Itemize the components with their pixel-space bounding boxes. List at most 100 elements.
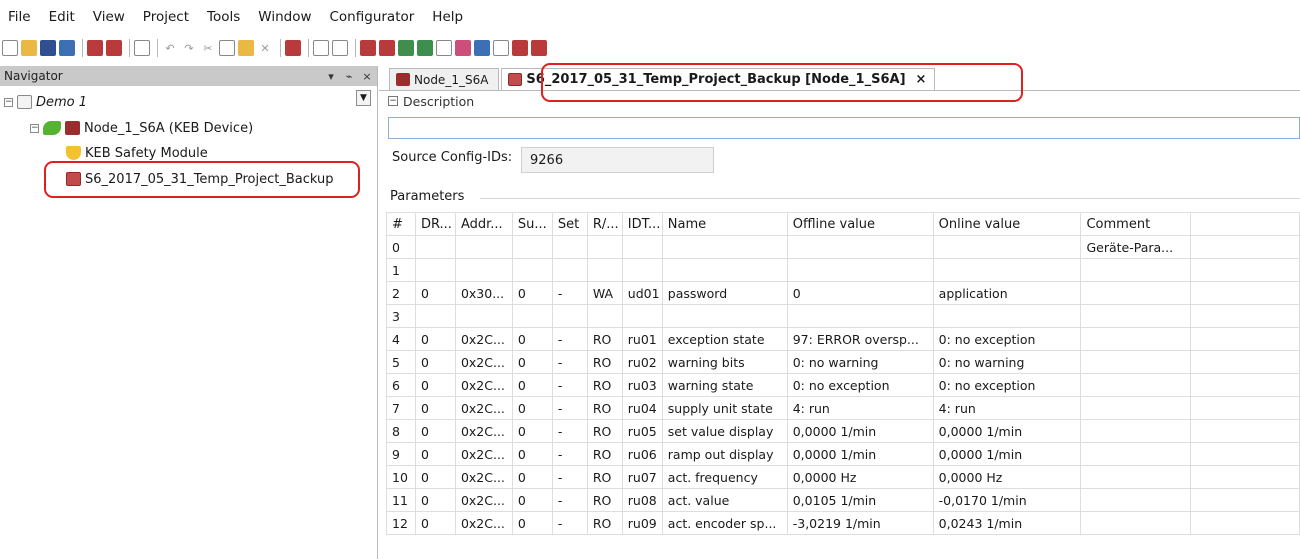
table-cell[interactable]: ru01	[621, 327, 663, 351]
table-cell[interactable]: -	[551, 488, 588, 512]
table-cell[interactable]: ru06	[621, 442, 663, 466]
table-cell[interactable]: RO	[586, 511, 623, 535]
table-row[interactable]: 10 0 0x2C... 0- RO ru07 act. frequency 0,0000 H…	[386, 465, 1300, 489]
paste-icon[interactable]	[238, 40, 254, 56]
table-cell[interactable]	[551, 258, 588, 282]
table-cell[interactable]: supply unit state	[661, 396, 788, 420]
table-cell[interactable]: -	[551, 442, 588, 466]
table-cell[interactable]: 0x2C...	[454, 373, 513, 397]
table-cell[interactable]: -	[551, 465, 588, 489]
description-field[interactable]	[388, 117, 1300, 139]
table-cell[interactable]: 0: no warning	[786, 350, 934, 374]
table-cell[interactable]: 0	[511, 281, 553, 305]
table-cell[interactable]: 0	[414, 281, 456, 305]
column-header[interactable]: Offline value	[786, 212, 934, 236]
tab-node[interactable]: Node_1_S6A	[389, 68, 500, 90]
compare-icon[interactable]	[436, 40, 452, 56]
table-cell[interactable]: -0,0170 1/min	[932, 488, 1082, 512]
table-cell[interactable]: WA	[586, 281, 623, 305]
table-cell[interactable]: 9	[386, 442, 416, 466]
delete-icon[interactable]: ✕	[257, 40, 273, 56]
keb-tool-icon[interactable]	[531, 40, 547, 56]
save-all-icon[interactable]	[59, 40, 75, 56]
table-cell[interactable]	[1080, 396, 1192, 420]
table-cell[interactable]: 0x2C...	[454, 419, 513, 443]
table-cell[interactable]	[1080, 465, 1192, 489]
table-cell[interactable]: 0,0000 Hz	[786, 465, 934, 489]
wrench-icon[interactable]	[455, 40, 471, 56]
table-cell[interactable]: 0x2C...	[454, 465, 513, 489]
table-cell[interactable]: 0,0000 Hz	[932, 465, 1082, 489]
chevron-down-icon[interactable]: ▾	[323, 70, 339, 83]
read-device-icon[interactable]	[398, 40, 414, 56]
table-cell[interactable]: 0x2C...	[454, 488, 513, 512]
table-cell[interactable]: 8	[386, 419, 416, 443]
keb-project-icon[interactable]	[285, 40, 301, 56]
column-header[interactable]: Set	[551, 212, 588, 236]
table-cell[interactable]	[1080, 511, 1192, 535]
column-header[interactable]: Addr...	[454, 212, 513, 236]
table-cell[interactable]: password	[661, 281, 788, 305]
column-header[interactable]: R/...	[586, 212, 623, 236]
source-config-field[interactable]: 9266	[521, 147, 714, 173]
table-cell[interactable]: Geräte-Para...	[1080, 235, 1192, 259]
table-cell[interactable]: 11	[386, 488, 416, 512]
column-header[interactable]: Online value	[932, 212, 1082, 236]
new-item-icon[interactable]	[332, 40, 348, 56]
table-cell[interactable]: 0,0105 1/min	[786, 488, 934, 512]
table-cell[interactable]	[1080, 258, 1192, 282]
upload-icon[interactable]	[379, 40, 395, 56]
table-row[interactable]: 8 0 0x2C... 0- RO ru05 set value display 0,0000…	[386, 419, 1300, 443]
table-row[interactable]: 9 0 0x2C... 0- RO ru06 ramp out display 0,0000 …	[386, 442, 1300, 466]
table-cell[interactable]	[1080, 488, 1192, 512]
table-cell[interactable]: 0	[511, 373, 553, 397]
table-cell[interactable]	[1080, 327, 1192, 351]
table-cell[interactable]: 4	[386, 327, 416, 351]
table-cell[interactable]	[621, 235, 663, 259]
tree-item-node[interactable]: − Node_1_S6A (KEB Device)	[30, 117, 253, 139]
table-cell[interactable]: 3	[386, 304, 416, 328]
table-cell[interactable]: 97: ERROR oversp...	[786, 327, 934, 351]
table-cell[interactable]: 0,0000 1/min	[786, 442, 934, 466]
table-row[interactable]: 4 0 0x2C... 0- RO ru01 exception state 97: ERRO…	[386, 327, 1300, 351]
table-cell[interactable]	[932, 235, 1082, 259]
table-cell[interactable]: application	[932, 281, 1082, 305]
table-cell[interactable]: 0,0000 1/min	[932, 419, 1082, 443]
menu-help[interactable]: Help	[432, 9, 463, 25]
table-cell[interactable]: 2	[386, 281, 416, 305]
save-icon[interactable]	[40, 40, 56, 56]
table-cell[interactable]	[786, 258, 934, 282]
table-cell[interactable]	[661, 235, 788, 259]
table-cell[interactable]	[932, 304, 1082, 328]
table-cell[interactable]	[414, 235, 456, 259]
copy-icon[interactable]	[219, 40, 235, 56]
table-cell[interactable]: 0	[386, 235, 416, 259]
collapse-icon[interactable]: −	[30, 123, 39, 133]
menu-window[interactable]: Window	[258, 9, 311, 25]
table-cell[interactable]: 0,0000 1/min	[932, 442, 1082, 466]
table-cell[interactable]: RO	[586, 442, 623, 466]
add-dropdown-icon[interactable]	[313, 40, 329, 56]
table-cell[interactable]: ru05	[621, 419, 663, 443]
table-row[interactable]: 1	[386, 258, 1300, 282]
table-cell[interactable]: 0: no warning	[932, 350, 1082, 374]
collapse-icon[interactable]: −	[388, 96, 398, 106]
table-cell[interactable]: -	[551, 396, 588, 420]
cut-icon[interactable]: ✂	[200, 40, 216, 56]
table-cell[interactable]: exception state	[661, 327, 788, 351]
open-folder-icon[interactable]	[21, 40, 37, 56]
menu-view[interactable]: View	[93, 9, 125, 25]
table-cell[interactable]	[786, 235, 934, 259]
table-cell[interactable]	[551, 304, 588, 328]
table-cell[interactable]: -3,0219 1/min	[786, 511, 934, 535]
table-cell[interactable]: 4: run	[786, 396, 934, 420]
table-cell[interactable]	[551, 235, 588, 259]
table-cell[interactable]: ramp out display	[661, 442, 788, 466]
table-cell[interactable]	[1080, 304, 1192, 328]
table-cell[interactable]	[511, 304, 553, 328]
table-cell[interactable]: 0	[511, 465, 553, 489]
tree-item-demo[interactable]: − Demo 1	[4, 91, 87, 113]
table-cell[interactable]: 0	[414, 465, 456, 489]
table-cell[interactable]	[414, 304, 456, 328]
table-cell[interactable]: 0x2C...	[454, 511, 513, 535]
